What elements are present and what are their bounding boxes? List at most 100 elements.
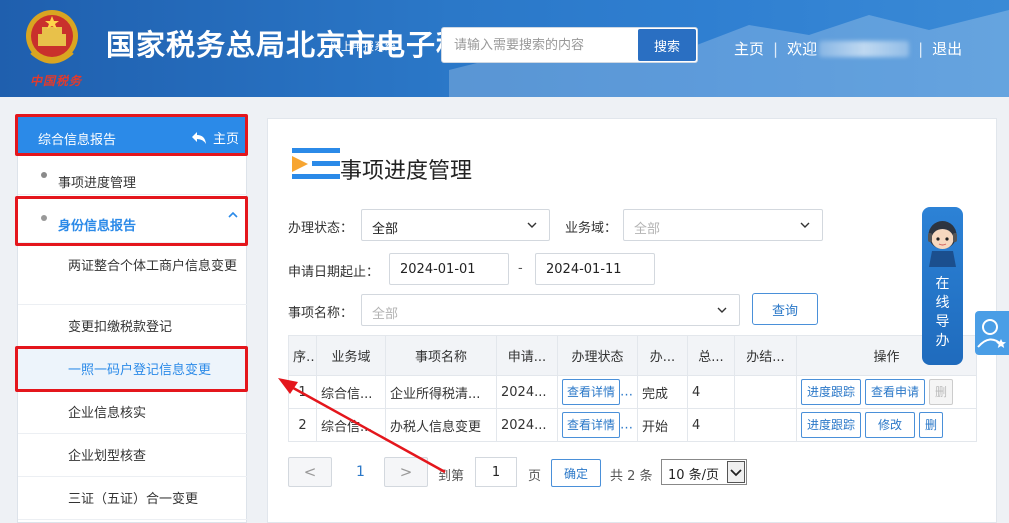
blurred-username bbox=[819, 40, 910, 57]
domain-select-placeholder: 全部 bbox=[634, 222, 661, 237]
sidebar-item-identity-report[interactable]: 身份信息报告 bbox=[18, 195, 248, 243]
track-progress-button[interactable]: 进度跟踪 bbox=[801, 412, 862, 438]
page-size-value: 10 条/页 bbox=[668, 468, 720, 483]
cell-no: 1 bbox=[288, 375, 317, 409]
current-page-number[interactable]: 1 bbox=[356, 464, 365, 480]
sidebar-item-label: 两证整合个体工商户信息变更 bbox=[68, 259, 238, 274]
view-detail-button[interactable]: 查看详情 bbox=[562, 412, 621, 438]
sidebar-home-button[interactable]: 主页 bbox=[191, 128, 239, 147]
domain-select[interactable]: 全部 bbox=[623, 209, 823, 241]
online-guide-label: 在线导办 bbox=[935, 276, 950, 349]
sidebar-header: 综合信息报告 主页 bbox=[18, 117, 248, 155]
col-header-domain: 业务域 bbox=[316, 335, 386, 376]
item-name-placeholder: 全部 bbox=[372, 307, 399, 322]
top-header: 中国税务 国家税务总局北京市电子税 网上申报系统 搜索 主页 | 欢迎 | 退出 bbox=[0, 0, 1009, 97]
separator: | bbox=[773, 39, 779, 58]
cell-no: 2 bbox=[288, 408, 317, 442]
cell-apply-date: 2024... bbox=[496, 375, 558, 409]
view-detail-button[interactable]: 查看详情 bbox=[562, 379, 621, 405]
next-page-button[interactable]: > bbox=[384, 457, 428, 487]
col-header-total: 总... bbox=[687, 335, 735, 376]
chevron-down-icon bbox=[800, 222, 810, 228]
item-name-select[interactable]: 全部 bbox=[361, 294, 740, 326]
sidebar-subitem-enterprise-verify[interactable]: 企业信息核实 bbox=[18, 391, 248, 434]
sidebar-item-label: 三证（五证）合一变更 bbox=[68, 492, 199, 507]
sidebar-item-label: 企业划型核查 bbox=[68, 449, 147, 464]
status-label: 办理状态： bbox=[288, 221, 354, 236]
bullet-icon bbox=[41, 172, 47, 178]
date-to-input[interactable]: 2024-01-11 bbox=[535, 253, 655, 285]
view-application-button[interactable]: 查看申请 bbox=[865, 379, 926, 405]
item-name-label: 事项名称： bbox=[288, 306, 354, 321]
cell-status: 查看详情资 bbox=[557, 408, 638, 442]
cell-total: 4 bbox=[687, 375, 735, 409]
user-service-button[interactable] bbox=[975, 311, 1009, 355]
cell-status: 查看详情办 bbox=[557, 375, 638, 409]
progress-list-icon bbox=[292, 148, 340, 179]
sidebar-item-label: 变更扣缴税款登记 bbox=[68, 320, 173, 335]
online-guide-widget[interactable]: 在线导办 bbox=[922, 207, 963, 365]
table-row: 2 综合信... 办税人信息变更 2024... 查看详情资 开始 4 进度跟踪… bbox=[288, 408, 977, 442]
sidebar-subitem-multi-license-change[interactable]: 三证（五证）合一变更 bbox=[18, 477, 248, 520]
cell-item-name: 企业所得税清... bbox=[385, 375, 497, 409]
col-header-no: 序... bbox=[288, 335, 317, 376]
user-star-icon bbox=[977, 319, 1006, 348]
cell-finish bbox=[734, 408, 797, 442]
cell-stage: 开始 bbox=[637, 408, 688, 442]
goto-confirm-button[interactable]: 确定 bbox=[551, 459, 601, 487]
cell-apply-date: 2024... bbox=[496, 408, 558, 442]
tax-emblem-icon bbox=[26, 10, 78, 64]
main-panel: 事项进度管理 办理状态： 全部 业务域： 全部 申请日期起止： 2024-01-… bbox=[267, 118, 997, 523]
date-from-input[interactable]: 2024-01-01 bbox=[389, 253, 509, 285]
delete-button[interactable]: 删 bbox=[919, 412, 944, 438]
sidebar-subitem-individual-business-change[interactable]: 两证整合个体工商户信息变更 bbox=[18, 243, 248, 305]
sidebar-item-label: 身份信息报告 bbox=[58, 219, 137, 234]
col-header-status: 办理状态 bbox=[557, 335, 638, 376]
sidebar: 综合信息报告 主页 事项进度管理 身份信息报告 两证整合个体工商户信息变更 变更… bbox=[17, 116, 248, 523]
sidebar-subitem-one-license-change[interactable]: 一照一码户登记信息变更 bbox=[18, 348, 248, 391]
page-unit-label: 页 bbox=[528, 469, 542, 484]
top-links: 主页 | 欢迎 | 退出 bbox=[734, 38, 962, 59]
separator: | bbox=[918, 39, 924, 58]
chevron-down-icon bbox=[727, 461, 745, 483]
modify-button[interactable]: 修改 bbox=[865, 412, 916, 438]
chevron-down-icon bbox=[527, 222, 537, 228]
sidebar-item-label: 企业信息核实 bbox=[68, 406, 147, 421]
col-header-stage: 办... bbox=[637, 335, 688, 376]
assistant-avatar-icon bbox=[928, 221, 957, 267]
goto-page-input[interactable]: 1 bbox=[475, 457, 517, 487]
search-button[interactable]: 搜索 bbox=[638, 29, 696, 61]
col-header-apply-date: 申请... bbox=[496, 335, 558, 376]
page-title: 事项进度管理 bbox=[340, 159, 473, 184]
delete-button[interactable]: 删 bbox=[929, 379, 954, 405]
domain-label: 业务域： bbox=[565, 221, 618, 236]
site-title: 国家税务总局北京市电子税 bbox=[106, 28, 467, 62]
welcome-text: 欢迎 bbox=[787, 40, 818, 58]
sidebar-subitem-enterprise-classification[interactable]: 企业划型核查 bbox=[18, 434, 248, 477]
date-separator: - bbox=[518, 261, 523, 276]
bullet-icon bbox=[41, 215, 47, 221]
sidebar-item-progress[interactable]: 事项进度管理 bbox=[18, 155, 248, 195]
logout-link[interactable]: 退出 bbox=[932, 38, 962, 59]
cell-domain: 综合信... bbox=[316, 375, 386, 409]
cell-stage: 完成 bbox=[637, 375, 688, 409]
sidebar-subitem-withholding-change[interactable]: 变更扣缴税款登记 bbox=[18, 305, 248, 348]
sidebar-home-label: 主页 bbox=[212, 132, 239, 147]
progress-table: 序... 业务域 事项名称 申请... 办理状态 办... 总... 办结...… bbox=[288, 335, 977, 442]
home-link[interactable]: 主页 bbox=[734, 38, 764, 59]
cell-finish bbox=[734, 375, 797, 409]
cell-actions: 进度跟踪 查看申请删 bbox=[796, 375, 977, 409]
query-button[interactable]: 查询 bbox=[752, 293, 818, 325]
track-progress-button[interactable]: 进度跟踪 bbox=[801, 379, 862, 405]
date-range-label: 申请日期起止： bbox=[288, 265, 380, 280]
chevron-down-icon bbox=[717, 307, 727, 313]
status-select-value: 全部 bbox=[372, 222, 399, 237]
table-row: 1 综合信... 企业所得税清... 2024... 查看详情办 完成 4 进度… bbox=[288, 375, 977, 409]
prev-page-button[interactable]: < bbox=[288, 457, 332, 487]
search-input[interactable] bbox=[442, 28, 638, 62]
sidebar-item-label: 一照一码户登记信息变更 bbox=[68, 363, 212, 378]
col-header-finish: 办结... bbox=[734, 335, 797, 376]
col-header-item-name: 事项名称 bbox=[385, 335, 497, 376]
page-size-select[interactable]: 10 条/页 bbox=[661, 459, 747, 485]
status-select[interactable]: 全部 bbox=[361, 209, 550, 241]
